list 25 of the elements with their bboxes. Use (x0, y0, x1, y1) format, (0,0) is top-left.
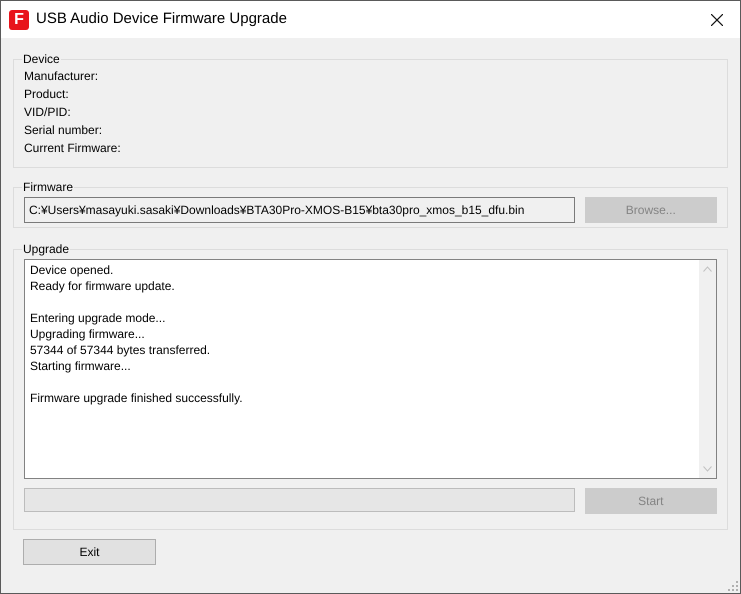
group-title: Firmware (22, 180, 74, 194)
field-label: VID/PID: (24, 104, 72, 121)
resize-grip-icon[interactable] (728, 581, 738, 591)
log-line: Device opened. (30, 262, 114, 278)
field-label: Product: (24, 86, 70, 103)
log-line: Firmware upgrade finished successfully. (30, 390, 244, 406)
file-path-field[interactable]: C:¥Users¥masayuki.sasaki¥Downloads¥BTA30Pro-XMOS-B15¥bta30pro_xmos_b15_dfu.bin (24, 197, 575, 223)
window-title: USB Audio Device Firmware Upgrade (36, 9, 287, 30)
log-line: 57344 of 57344 bytes transferred. (30, 342, 212, 358)
field-label: Manufacturer: (24, 68, 100, 85)
log-line: Entering upgrade mode... (30, 310, 166, 326)
field-label: Serial number: (24, 122, 104, 139)
group-title: Upgrade (22, 242, 70, 256)
log-line: Ready for firmware update. (30, 278, 176, 294)
app-logo-icon: F (9, 10, 29, 30)
scroll-up-icon[interactable] (703, 266, 712, 272)
log-line: Upgrading firmware... (30, 326, 146, 342)
exit-button[interactable]: Exit (23, 539, 156, 565)
log-area[interactable]: Device opened. Ready for firmware update. Entering upgrade mode... Upgrading firmware... 57344 of 57344 bytes transferred. Starting firmware... Firmware upgrade finished successfully. (24, 259, 717, 479)
log-line: Starting firmware... (30, 358, 132, 374)
scrollbar[interactable] (699, 260, 716, 478)
close-icon (711, 14, 723, 26)
scroll-down-icon[interactable] (703, 466, 712, 472)
field-label: Current Firmware: (24, 140, 122, 157)
group-title: Device (22, 52, 61, 66)
